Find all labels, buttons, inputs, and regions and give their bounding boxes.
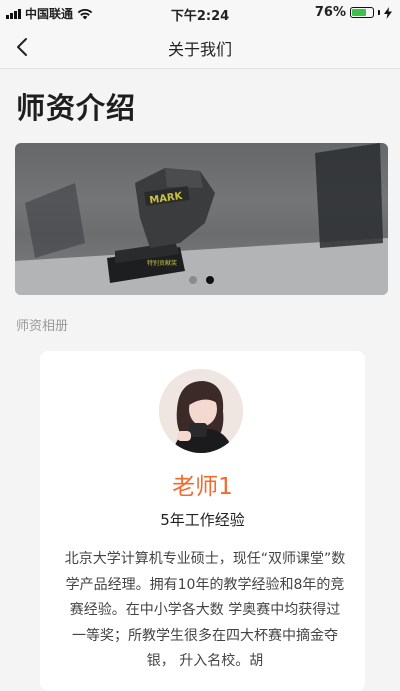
section-label: 师资相册: [16, 319, 69, 334]
battery-percent: 76%: [314, 5, 346, 20]
plaque-text: 特别贡献奖: [147, 259, 177, 267]
carousel-indicator: [15, 276, 388, 284]
nav-bar: 关于我们: [0, 26, 400, 69]
nav-title: 关于我们: [167, 40, 232, 59]
charging-bolt-icon: [384, 6, 392, 19]
carousel-dot[interactable]: [189, 276, 197, 284]
battery-level: [352, 9, 366, 16]
banner-carousel[interactable]: MARK 特别贡献奖: [15, 143, 388, 295]
banner-trophy-image: MARK 特别贡献奖: [15, 143, 388, 295]
teacher-card[interactable]: 老师1 5年工作经验 北京大学计算机专业硕士，现任“双师课堂”数学产品经理。拥有…: [40, 351, 365, 691]
battery-cap: [378, 10, 380, 15]
page-title: 师资介绍: [16, 91, 137, 125]
status-right: 76%: [315, 5, 392, 20]
status-bar: 中国联通 下午2:24 76%: [0, 0, 400, 26]
teacher-bio: 北京大学计算机专业硕士，现任“双师课堂”数学产品经理。拥有10年的教学经验和8年…: [64, 551, 346, 669]
battery-icon: [350, 7, 374, 18]
carousel-dot-active[interactable]: [206, 276, 214, 284]
teacher-name: 老师1: [172, 474, 233, 500]
teacher-experience: 5年工作经验: [160, 511, 245, 529]
avatar: [159, 369, 243, 453]
avatar-photo: [159, 369, 243, 453]
